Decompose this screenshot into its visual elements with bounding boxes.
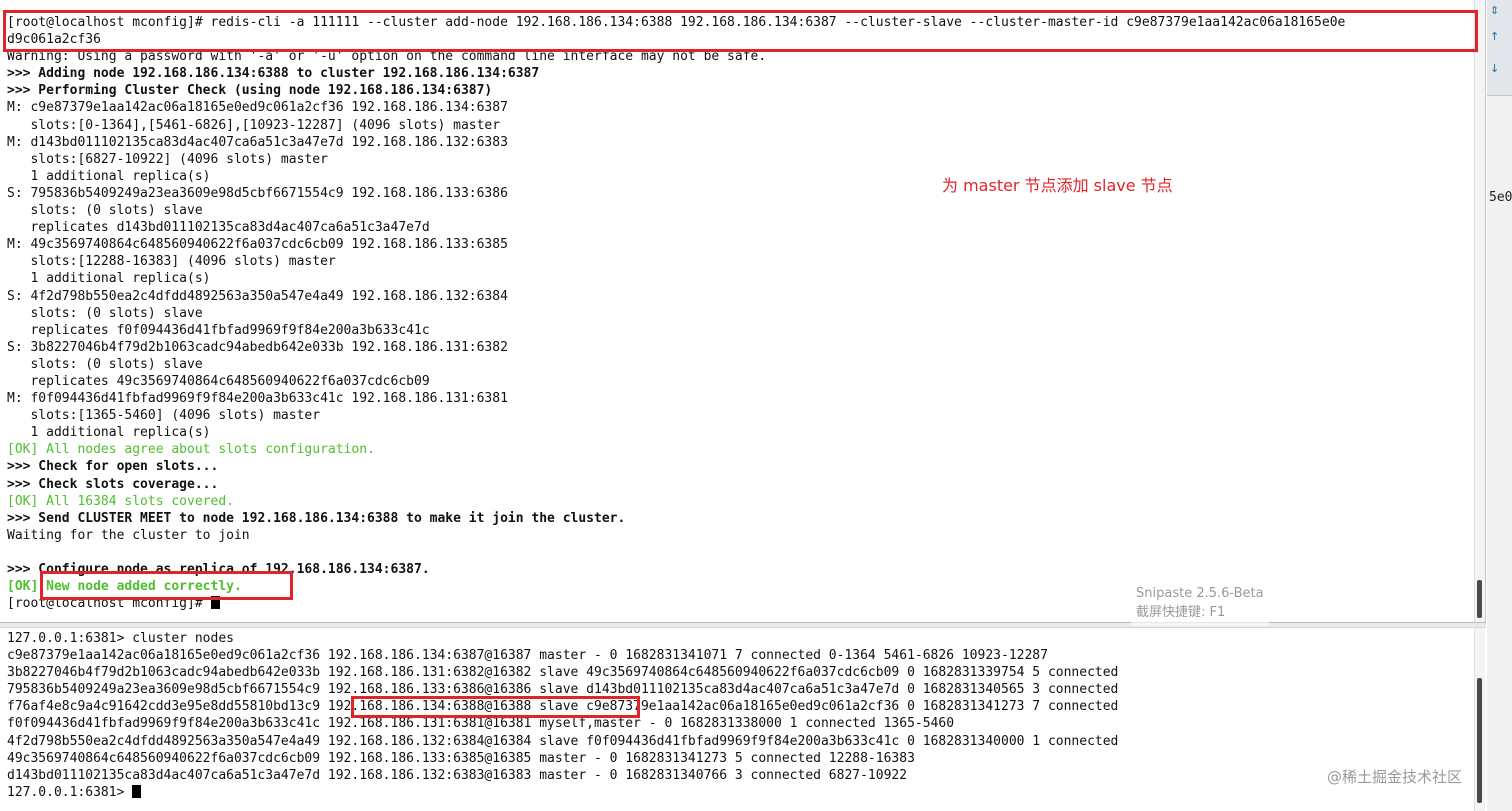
terminal-line: f0f094436d41fbfad9969f9f84e200a3b633c41c… [7,716,955,732]
bottom-terminal-scrollbar[interactable] [1474,628,1485,811]
terminal-line: 1 additional replica(s) [7,168,211,184]
terminal-line: S: 795836b5409249a23ea3609e98d5cbf667155… [7,185,508,201]
side-panel-header: ⇕ ↑ ↓ [1487,0,1512,96]
terminal-line: slots:[0-1364],[5461-6826],[10923-12287]… [7,117,501,133]
terminal-line: M: f0f094436d41fbfad9969f9f84e200a3b633c… [7,391,508,407]
terminal-line: slots:[1365-5460] (4096 slots) master [7,408,321,424]
terminal-line: 1 additional replica(s) [7,271,211,287]
terminal-line: S: 3b8227046b4f79d2b1063cadc94abedb642e0… [7,339,508,355]
success-highlight-box [40,571,293,600]
terminal-line: 127.0.0.1:6381> [7,784,1474,801]
watermark: @稀土掘金技术社区 [1327,768,1463,786]
terminal-line: slots: (0 slots) slave [7,356,203,372]
cursor-caret [132,784,142,798]
side-panel: ⇕ ↑ ↓ 5e0 [1487,0,1512,811]
bottom-terminal[interactable]: 127.0.0.1:6381> cluster nodes c9e87379e1a… [0,628,1486,811]
top-terminal-scroll-thumb[interactable] [1477,580,1482,618]
terminal-line: M: d143bd011102135ca83d4ac407ca6a51c3a47… [7,134,508,150]
top-terminal-scrollbar[interactable] [1474,0,1485,622]
terminal-line: slots:[6827-10922] (4096 slots) master [7,151,328,167]
terminal-line: replicates f0f094436d41fbfad9969f9f84e20… [7,322,430,338]
terminal-line: >>> Adding node 192.168.186.134:6388 to … [7,66,540,82]
terminal-line: [OK] All 16384 slots covered. [7,493,234,509]
terminal-line: >>> Performing Cluster Check (using node… [7,83,493,99]
terminal-line: d143bd011102135ca83d4ac407ca6a51c3a47e7d… [7,767,908,783]
bottom-terminal-output: 127.0.0.1:6381> cluster nodes c9e87379e1a… [7,630,1474,801]
pin-icon[interactable]: ⇕ [1490,4,1499,17]
terminal-line: c9e87379e1aa142ac06a18165e0ed9c061a2cf36… [7,648,1048,664]
terminal-line: M: 49c3569740864c648560940622f6a037cdc6c… [7,237,508,253]
side-peek-text: 5e0 [1489,190,1512,205]
command-highlight-box [3,10,1478,52]
terminal-line: >>> Check slots coverage... [7,476,219,492]
terminal-line: 795836b5409249a23ea3609e98d5cbf6671554c9… [7,682,1119,698]
terminal-line: slots:[12288-16383] (4096 slots) master [7,254,336,270]
terminal-line: >>> Check for open slots... [7,459,219,475]
snipaste-title: Snipaste 2.5.6-Beta [1136,586,1264,601]
terminal-line: 3b8227046b4f79d2b1063cadc94abedb642e033b… [7,665,1119,681]
terminal-line: Waiting for the cluster to join [7,527,250,543]
terminal-line: replicates d143bd011102135ca83d4ac407ca6… [7,220,430,236]
terminal-line: replicates 49c3569740864c648560940622f6a… [7,373,430,389]
bottom-terminal-scroll-thumb[interactable] [1477,678,1482,803]
upload-icon: ↑ [1490,30,1500,43]
new-node-highlight-box [351,696,640,718]
top-terminal[interactable]: [root@localhost mconfig]# redis-cli -a 1… [0,0,1486,622]
terminal-line: 49c3569740864c648560940622f6a037cdc6cb09… [7,750,915,766]
annotation-label: 为 master 节点添加 slave 节点 [942,176,1173,195]
terminal-line: [OK] All nodes agree about slots configu… [7,442,375,458]
terminal-line: slots: (0 slots) slave [7,305,203,321]
terminal-line: S: 4f2d798b550ea2c4dfdd4892563a350a547e4… [7,288,508,304]
top-terminal-output: [root@localhost mconfig]# redis-cli -a 1… [7,14,1473,612]
snipaste-hint: Snipaste 2.5.6-Beta 截屏快捷键: F1 [1131,584,1269,626]
terminal-line: M: c9e87379e1aa142ac06a18165e0ed9c061a2c… [7,100,508,116]
terminal-line: slots: (0 slots) slave [7,203,203,219]
terminal-line: f76af4e8c9a4c91642cdd3e95e8dd55810bd13c9… [7,699,1119,715]
terminal-line: >>> Send CLUSTER MEET to node 192.168.18… [7,510,626,526]
download-icon: ↓ [1490,62,1500,75]
terminal-line: 127.0.0.1:6381> cluster nodes [7,631,234,646]
snipaste-shortcut: 截屏快捷键: F1 [1136,605,1226,620]
terminal-line: 4f2d798b550ea2c4dfdd4892563a350a547e4a49… [7,733,1119,749]
terminal-line: 1 additional replica(s) [7,425,211,441]
